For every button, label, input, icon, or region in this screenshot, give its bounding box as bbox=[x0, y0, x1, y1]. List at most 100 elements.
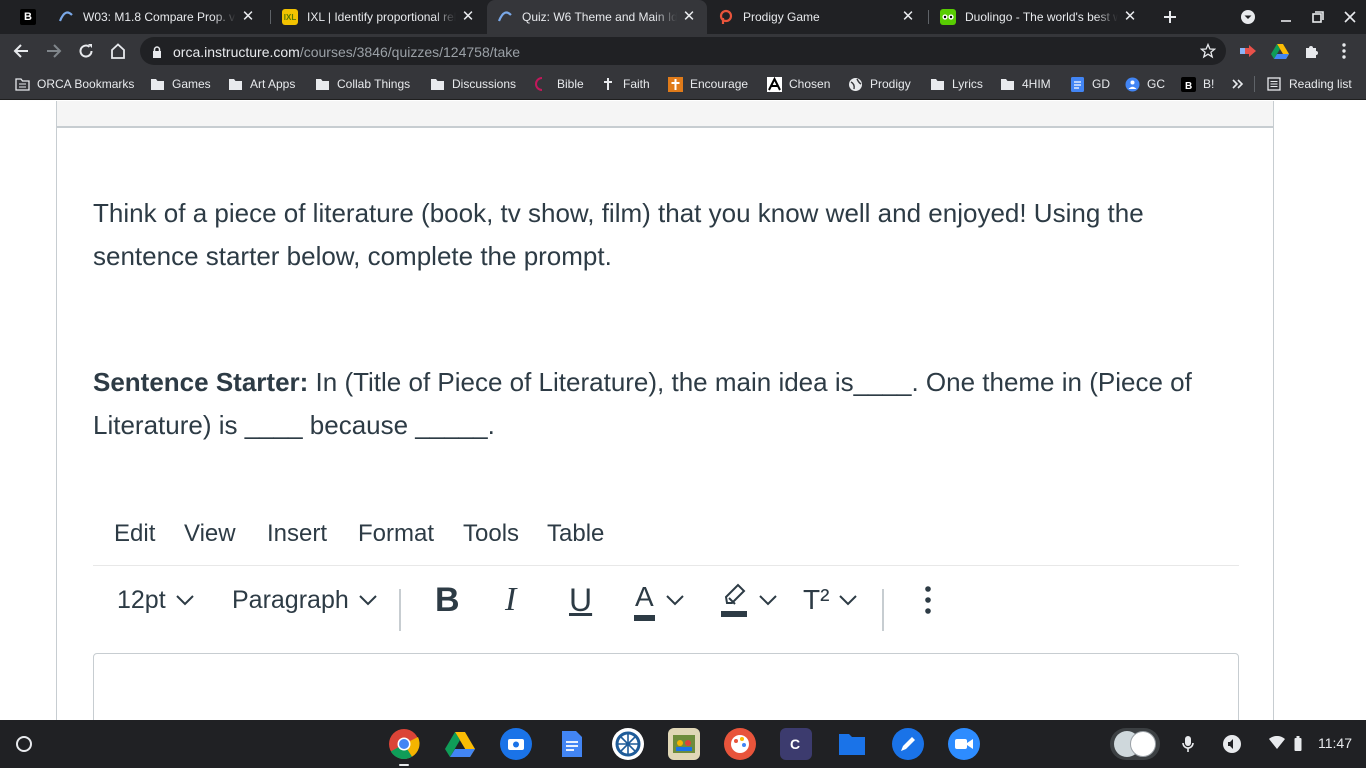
highlight-color-button[interactable] bbox=[721, 581, 777, 619]
tab-ixl[interactable]: IXL IXL | Identify proportional rela ✕ bbox=[272, 0, 486, 34]
bookmark-art-apps[interactable]: Art Apps bbox=[227, 76, 295, 92]
bookmark-folder-icon bbox=[14, 76, 30, 92]
bold-button[interactable]: B bbox=[435, 581, 460, 619]
chrome-icon[interactable] bbox=[388, 728, 420, 760]
restore-icon[interactable] bbox=[1306, 5, 1330, 29]
close-window-icon[interactable] bbox=[1338, 5, 1362, 29]
menu-tools[interactable]: Tools bbox=[463, 520, 519, 548]
bookmark-gd[interactable]: GD bbox=[1069, 76, 1110, 92]
tab-title: W03: M1.8 Compare Prop. va bbox=[83, 10, 236, 24]
underline-button[interactable]: U bbox=[569, 581, 592, 619]
font-size-select[interactable]: 12pt bbox=[117, 581, 194, 619]
bookmark-encourage[interactable]: Encourage bbox=[667, 76, 748, 92]
paint-icon[interactable] bbox=[724, 728, 756, 760]
bookmark-orca[interactable]: ORCA Bookmarks bbox=[14, 76, 134, 92]
editor-toolbar: 12pt Paragraph B I U A T² bbox=[93, 567, 1239, 641]
wifi-icon[interactable] bbox=[1268, 735, 1286, 755]
home-icon[interactable] bbox=[106, 39, 130, 63]
battery-icon[interactable] bbox=[1294, 736, 1302, 756]
folder-icon bbox=[999, 76, 1015, 92]
bookmark-collab-things[interactable]: Collab Things bbox=[314, 76, 410, 92]
menu-table[interactable]: Table bbox=[547, 520, 604, 548]
italic-button[interactable]: I bbox=[505, 581, 516, 619]
svg-text:B: B bbox=[1185, 81, 1192, 92]
rich-text-editor-area[interactable] bbox=[93, 653, 1239, 720]
bookmark-gc[interactable]: GC bbox=[1124, 76, 1165, 92]
bookmarks-bar: ORCA Bookmarks Games Art Apps Collab Thi… bbox=[0, 68, 1366, 100]
superscript-button[interactable]: T² bbox=[803, 581, 858, 619]
new-tab-icon[interactable] bbox=[1158, 5, 1182, 29]
address-bar[interactable]: orca.instructure.com/courses/3846/quizze… bbox=[140, 37, 1226, 65]
cross-box-icon bbox=[667, 76, 683, 92]
text-color-icon: A bbox=[634, 581, 655, 621]
menu-format[interactable]: Format bbox=[358, 520, 434, 548]
menu-edit[interactable]: Edit bbox=[114, 520, 155, 548]
docs-icon[interactable] bbox=[556, 728, 588, 760]
bookmark-b[interactable]: B B! bbox=[1180, 76, 1214, 92]
menu-kebab-icon[interactable] bbox=[1332, 39, 1356, 63]
menu-view[interactable]: View bbox=[184, 520, 236, 548]
reading-list-button[interactable]: Reading list bbox=[1266, 76, 1352, 92]
bookmarks-overflow-icon[interactable] bbox=[1232, 76, 1244, 92]
canvas-icon bbox=[497, 9, 513, 25]
classroom-icon[interactable] bbox=[668, 728, 700, 760]
launcher-icon[interactable] bbox=[8, 728, 40, 760]
close-tab-icon[interactable]: ✕ bbox=[681, 9, 697, 25]
close-tab-icon[interactable]: ✕ bbox=[240, 9, 256, 25]
zoom-icon[interactable] bbox=[948, 728, 980, 760]
bookmark-faith[interactable]: Faith bbox=[600, 76, 650, 92]
close-tab-icon[interactable]: ✕ bbox=[900, 9, 916, 25]
text-color-button[interactable]: A bbox=[634, 581, 684, 621]
bookmark-star-icon[interactable] bbox=[1199, 42, 1217, 64]
more-options-button[interactable] bbox=[925, 581, 931, 619]
lock-icon[interactable] bbox=[152, 45, 162, 63]
running-indicator bbox=[399, 764, 409, 766]
back-icon[interactable] bbox=[9, 39, 33, 63]
b-icon: B bbox=[1180, 76, 1196, 92]
canvas-app-icon[interactable] bbox=[612, 728, 644, 760]
url-text: orca.instructure.com/courses/3846/quizze… bbox=[173, 44, 521, 60]
google-classroom-icon bbox=[1124, 76, 1140, 92]
tab-prodigy[interactable]: Prodigy Game ✕ bbox=[708, 0, 926, 34]
bookmark-lyrics[interactable]: Lyrics bbox=[929, 76, 983, 92]
block-format-select[interactable]: Paragraph bbox=[232, 581, 377, 619]
tab-title: Prodigy Game bbox=[743, 10, 820, 24]
tab-quiz[interactable]: Quiz: W6 Theme and Main Id ✕ bbox=[487, 0, 707, 34]
cursive-icon[interactable]: C bbox=[780, 728, 812, 760]
bookmark-prodigy[interactable]: Prodigy bbox=[847, 76, 911, 92]
question-header bbox=[57, 101, 1273, 128]
minimize-icon[interactable] bbox=[1274, 5, 1298, 29]
bookmark-b-icon[interactable]: B bbox=[16, 5, 40, 29]
close-tab-icon[interactable]: ✕ bbox=[1122, 9, 1138, 25]
forward-icon[interactable] bbox=[42, 39, 66, 63]
bookmark-discussions[interactable]: Discussions bbox=[429, 76, 516, 92]
tab-strip: B W03: M1.8 Compare Prop. va ✕ IXL IXL |… bbox=[0, 0, 1366, 34]
camera-icon[interactable] bbox=[500, 728, 532, 760]
tab-search-icon[interactable] bbox=[1236, 5, 1260, 29]
highlighter-icon bbox=[721, 583, 747, 617]
bible-icon bbox=[534, 76, 550, 92]
files-icon[interactable] bbox=[836, 728, 868, 760]
bookmark-bible[interactable]: Bible bbox=[534, 76, 584, 92]
drive-icon[interactable] bbox=[444, 728, 476, 760]
chevron-down-icon bbox=[175, 594, 194, 605]
ixl-icon: IXL bbox=[282, 9, 298, 25]
system-clock[interactable]: 11:47 bbox=[1318, 735, 1352, 751]
bookmark-4him[interactable]: 4HIM bbox=[999, 76, 1051, 92]
drive-extension-icon[interactable] bbox=[1268, 39, 1292, 63]
bookmark-chosen[interactable]: Chosen bbox=[766, 76, 830, 92]
reload-icon[interactable] bbox=[74, 39, 98, 63]
pen-icon[interactable] bbox=[892, 728, 924, 760]
superscript-icon: T² bbox=[803, 584, 830, 615]
extension-arrow-icon[interactable] bbox=[1236, 39, 1260, 63]
select-to-speak-icon[interactable] bbox=[1216, 728, 1248, 760]
microphone-icon[interactable] bbox=[1172, 728, 1204, 760]
extensions-puzzle-icon[interactable] bbox=[1300, 39, 1324, 63]
bookmark-games[interactable]: Games bbox=[149, 76, 211, 92]
page-content: Think of a piece of literature (book, tv… bbox=[0, 101, 1366, 720]
holding-space-thumbnails[interactable] bbox=[1110, 728, 1160, 760]
menu-insert[interactable]: Insert bbox=[267, 520, 327, 548]
close-tab-icon[interactable]: ✕ bbox=[460, 9, 476, 25]
tab-duolingo[interactable]: Duolingo - The world's best w ✕ bbox=[930, 0, 1148, 34]
tab-w03[interactable]: W03: M1.8 Compare Prop. va ✕ bbox=[48, 0, 266, 34]
